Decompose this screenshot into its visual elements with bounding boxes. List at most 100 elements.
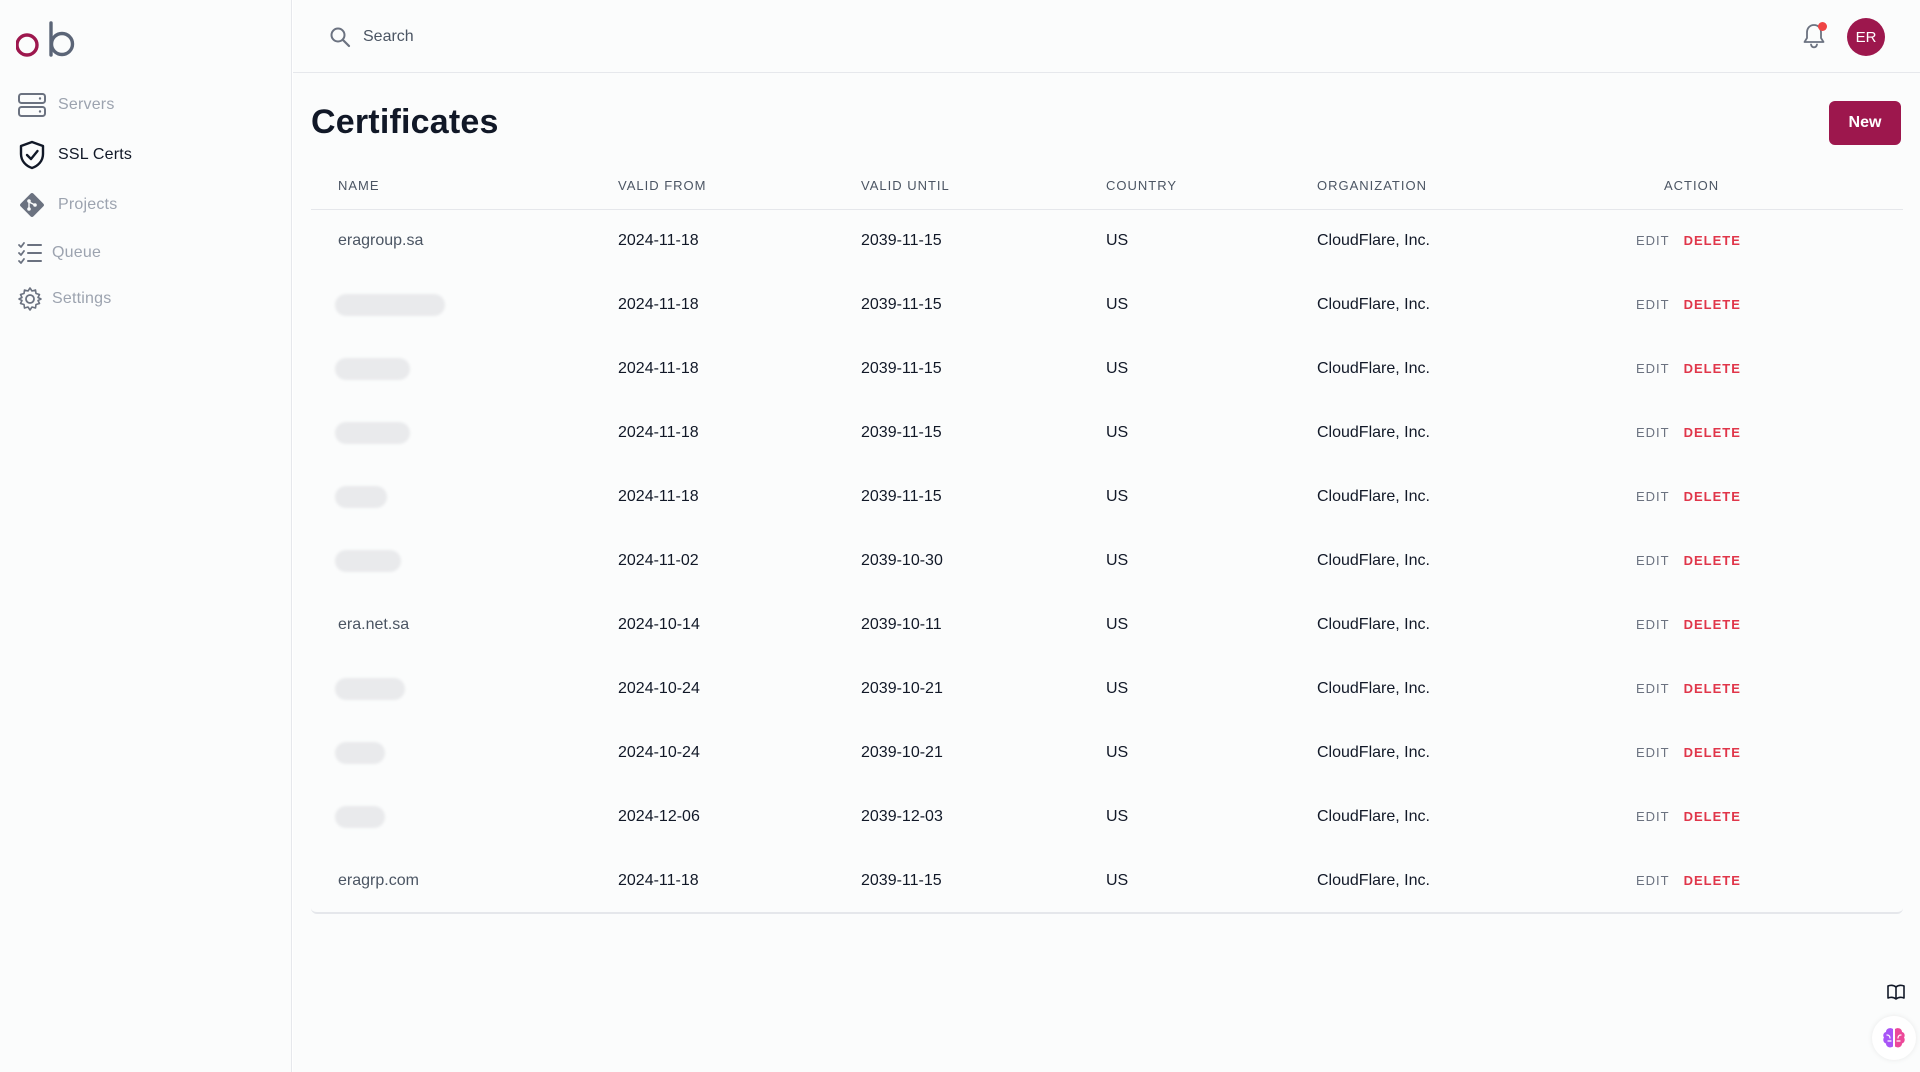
cell-name xyxy=(311,401,618,465)
delete-button[interactable]: DELETE xyxy=(1684,553,1741,568)
sidebar-item-settings[interactable]: Settings xyxy=(14,283,111,315)
cell-name xyxy=(311,273,618,337)
cell-valid-until: 2039-10-11 xyxy=(861,616,942,633)
edit-button[interactable]: EDIT xyxy=(1636,745,1670,760)
delete-button[interactable]: DELETE xyxy=(1684,873,1741,888)
delete-button[interactable]: DELETE xyxy=(1684,233,1741,248)
edit-button[interactable]: EDIT xyxy=(1636,681,1670,696)
cell-valid-from: 2024-11-18 xyxy=(618,424,699,441)
cell-valid-from: 2024-10-24 xyxy=(618,680,700,697)
cell-organization: CloudFlare, Inc. xyxy=(1317,488,1430,505)
edit-button[interactable]: EDIT xyxy=(1636,361,1670,376)
search-input[interactable] xyxy=(363,20,963,54)
avatar[interactable]: ER xyxy=(1847,18,1885,56)
column-header-valid-until[interactable]: Valid Until xyxy=(861,163,1106,209)
delete-button[interactable]: DELETE xyxy=(1684,681,1741,696)
cell-valid-until: 2039-11-15 xyxy=(861,488,942,505)
cell-valid-until: 2039-10-21 xyxy=(861,744,943,761)
new-certificate-button[interactable]: New xyxy=(1829,101,1901,145)
cell-organization: CloudFlare, Inc. xyxy=(1317,296,1430,313)
delete-button[interactable]: DELETE xyxy=(1684,809,1741,824)
cell-organization: CloudFlare, Inc. xyxy=(1317,680,1430,697)
edit-button[interactable]: EDIT xyxy=(1636,425,1670,440)
cell-country: US xyxy=(1106,680,1129,697)
search-icon xyxy=(329,26,351,48)
logo[interactable] xyxy=(15,20,80,64)
delete-button[interactable]: DELETE xyxy=(1684,425,1741,440)
cell-valid-from: 2024-11-18 xyxy=(618,296,699,313)
delete-button[interactable]: DELETE xyxy=(1684,297,1741,312)
book-open-icon[interactable] xyxy=(1882,978,1910,1006)
cell-action: EDIT DELETE xyxy=(1636,529,1903,593)
column-header-country[interactable]: Country xyxy=(1106,163,1317,209)
cell-name xyxy=(311,465,618,529)
cell-valid-until: 2039-11-15 xyxy=(861,232,942,250)
cell-name xyxy=(311,657,618,721)
sidebar-item-label: SSL Certs xyxy=(58,146,133,163)
table-row[interactable]: eragrp.com 2024-11-18 2039-11-15 US CloudFla… xyxy=(311,849,1903,913)
delete-button[interactable]: DELETE xyxy=(1684,361,1741,376)
cell-valid-from: 2024-12-06 xyxy=(618,808,700,825)
sidebar-item-projects[interactable]: Projects xyxy=(16,189,117,221)
certificates-table: Name Valid From Valid Until Country Orga… xyxy=(311,163,1903,914)
table-row[interactable]: 2024-11-18 2039-11-15 US CloudFlare, Inc. ED… xyxy=(311,273,1903,337)
edit-button[interactable]: EDIT xyxy=(1636,489,1670,504)
main-content: Certificates New Name Valid From Valid U… xyxy=(293,73,1920,1072)
cell-organization: CloudFlare, Inc. xyxy=(1317,744,1430,761)
column-header-name[interactable]: Name xyxy=(311,163,618,209)
edit-button[interactable]: EDIT xyxy=(1636,297,1670,312)
cell-valid-until: 2039-12-03 xyxy=(861,808,943,825)
cell-organization: CloudFlare, Inc. xyxy=(1317,808,1430,825)
sidebar: Servers SSL Certs Projects Queue Setting xyxy=(0,0,292,1072)
cell-valid-from: 2024-11-18 xyxy=(618,360,699,377)
redacted-name-placeholder xyxy=(335,294,445,316)
table-row[interactable]: era.net.sa 2024-10-14 2039-10-11 US CloudFla… xyxy=(311,593,1903,657)
logo-mark xyxy=(15,21,75,57)
cell-country: US xyxy=(1106,808,1129,825)
cell-country: US xyxy=(1106,488,1129,505)
table-row[interactable]: eragroup.sa 2024-11-18 2039-11-15 US CloudFl… xyxy=(311,209,1903,273)
cell-country: US xyxy=(1106,616,1129,633)
edit-button[interactable]: EDIT xyxy=(1636,553,1670,568)
sidebar-item-servers[interactable]: Servers xyxy=(16,89,115,121)
cell-action: EDIT DELETE xyxy=(1636,657,1903,721)
column-header-organization[interactable]: Organization xyxy=(1317,163,1664,209)
cell-action: EDIT DELETE xyxy=(1636,721,1903,785)
delete-button[interactable]: DELETE xyxy=(1684,617,1741,632)
column-header-action: Action xyxy=(1664,178,1720,194)
table-row[interactable]: 2024-10-24 2039-10-21 US CloudFlare, Inc. ED… xyxy=(311,657,1903,721)
cell-name: eragrp.com xyxy=(338,872,419,889)
cell-organization: CloudFlare, Inc. xyxy=(1317,616,1430,633)
table-row[interactable]: 2024-12-06 2039-12-03 US CloudFlare, Inc. ED… xyxy=(311,785,1903,849)
table-row[interactable]: 2024-11-18 2039-11-15 US CloudFlare, Inc. ED… xyxy=(311,401,1903,465)
sidebar-item-label: Servers xyxy=(58,96,115,113)
cell-valid-from: 2024-11-18 xyxy=(618,232,699,250)
table-row[interactable]: 2024-11-18 2039-11-15 US CloudFlare, Inc. ED… xyxy=(311,337,1903,401)
edit-button[interactable]: EDIT xyxy=(1636,617,1670,632)
cell-valid-until: 2039-11-15 xyxy=(861,424,942,441)
sidebar-item-ssl-certs[interactable]: SSL Certs xyxy=(16,139,132,171)
redacted-name-placeholder xyxy=(335,742,385,764)
cell-country: US xyxy=(1106,232,1129,250)
cell-organization: CloudFlare, Inc. xyxy=(1317,424,1430,441)
redacted-name-placeholder xyxy=(335,486,387,508)
cell-name xyxy=(311,785,618,849)
edit-button[interactable]: EDIT xyxy=(1636,809,1670,824)
table-row[interactable]: 2024-10-24 2039-10-21 US CloudFlare, Inc. ED… xyxy=(311,721,1903,785)
cell-valid-until: 2039-10-30 xyxy=(861,552,943,569)
cell-action: EDIT DELETE xyxy=(1636,849,1903,913)
cell-valid-from: 2024-10-24 xyxy=(618,744,700,761)
table-row[interactable]: 2024-11-18 2039-11-15 US CloudFlare, Inc. ED… xyxy=(311,465,1903,529)
delete-button[interactable]: DELETE xyxy=(1684,745,1741,760)
cell-country: US xyxy=(1106,552,1129,569)
sidebar-item-queue[interactable]: Queue xyxy=(14,237,101,269)
cell-action: EDIT DELETE xyxy=(1636,209,1903,273)
edit-button[interactable]: EDIT xyxy=(1636,873,1670,888)
delete-button[interactable]: DELETE xyxy=(1684,489,1741,504)
column-header-valid-from[interactable]: Valid From xyxy=(618,163,861,209)
cell-action: EDIT DELETE xyxy=(1636,273,1903,337)
brain-icon[interactable] xyxy=(1872,1016,1916,1060)
sidebar-item-label: Queue xyxy=(52,244,102,261)
table-row[interactable]: 2024-11-02 2039-10-30 US CloudFlare, Inc. ED… xyxy=(311,529,1903,593)
edit-button[interactable]: EDIT xyxy=(1636,233,1670,248)
